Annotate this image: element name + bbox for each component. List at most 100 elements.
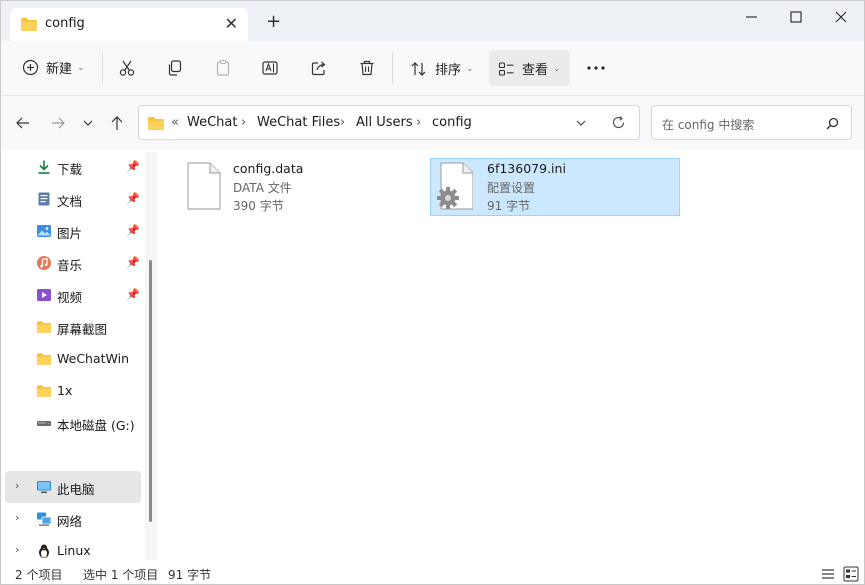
copy-icon (168, 60, 182, 76)
search-icon[interactable] (826, 117, 839, 130)
details-view-icon[interactable] (821, 567, 835, 581)
new-button[interactable]: 新建 ⌄ (22, 58, 85, 77)
view-button[interactable]: 查看 ⌄ (498, 59, 561, 78)
sidebar-item-network[interactable]: › 网络 (1, 503, 146, 535)
sidebar-item-wechatwin[interactable]: WeChatWin (1, 343, 146, 375)
selection-size: 91 字节 (168, 568, 212, 582)
paste-button[interactable] (212, 57, 234, 79)
maximize-icon[interactable] (784, 7, 808, 27)
status-bar: 2 个项目 选中 1 个项目 91 字节 (1, 563, 864, 584)
delete-button[interactable] (356, 57, 378, 79)
share-icon (311, 61, 326, 76)
toolbar-divider (102, 53, 103, 83)
address-history-chevron-icon[interactable] (574, 117, 588, 129)
sidebar-item-this-pc[interactable]: › 此电脑 (1, 471, 146, 503)
navigation-bar: « WeChat › WeChat Files › All Users › co… (1, 96, 864, 150)
folder-icon (36, 353, 52, 365)
sidebar-item-documents[interactable]: 文档 📌 (1, 183, 146, 215)
folder-icon (21, 18, 37, 31)
command-bar: 新建 ⌄ 排序 ⌄ 查看 ⌄ (1, 41, 864, 96)
computer-icon (37, 481, 51, 494)
expand-chevron-icon[interactable]: › (15, 511, 19, 524)
rename-button[interactable] (259, 57, 281, 79)
expand-chevron-icon[interactable]: › (15, 543, 19, 556)
file-name: 6f136079.ini (487, 161, 566, 176)
pin-icon[interactable]: 📌 (126, 288, 140, 301)
breadcrumb-separator-icon[interactable]: › (241, 115, 246, 130)
breadcrumb-separator-icon[interactable]: › (340, 115, 345, 130)
paste-icon (216, 59, 230, 76)
file-item-config-data[interactable]: config.data DATA 文件 390 字节 (177, 158, 427, 216)
breadcrumb-all-users[interactable]: All Users (356, 115, 413, 130)
more-icon (587, 66, 605, 70)
file-explorer-window: config ✕ + 新建 ⌄ 排序 ⌄ 查看 ⌄ « WeChat › WeC… (0, 0, 865, 585)
sidebar-item-pictures[interactable]: 图片 📌 (1, 215, 146, 247)
recent-chevron-icon[interactable] (81, 114, 95, 132)
sidebar-scrollbar[interactable] (145, 152, 157, 560)
breadcrumb-overflow[interactable]: « (171, 115, 179, 130)
scissors-icon (119, 60, 135, 76)
video-icon (37, 289, 51, 301)
sidebar-item-downloads[interactable]: 下载 📌 (1, 151, 146, 183)
network-icon (37, 512, 52, 526)
copy-button[interactable] (164, 57, 186, 79)
pin-icon[interactable]: 📌 (126, 256, 140, 269)
breadcrumb-separator-icon[interactable]: › (416, 115, 421, 130)
up-arrow-icon[interactable] (108, 114, 126, 132)
file-icon (187, 162, 221, 210)
breadcrumb-wechat-files[interactable]: WeChat Files (257, 115, 340, 130)
close-window-icon[interactable] (829, 7, 853, 27)
navigation-pane: 下载 📌 文档 📌 图片 📌 音乐 📌 视频 📌 屏幕截图 WeChatWin … (1, 150, 158, 563)
share-button[interactable] (308, 57, 330, 79)
breadcrumb-config[interactable]: config (432, 115, 472, 130)
file-item-6f136079-ini[interactable]: 6f136079.ini 配置设置 91 字节 (430, 158, 680, 216)
title-bar: config ✕ + (1, 1, 864, 41)
search-box[interactable]: 在 config 中搜索 (651, 105, 852, 140)
selection-count: 选中 1 个项目 (83, 568, 159, 582)
linux-icon (39, 544, 49, 558)
pin-icon[interactable]: 📌 (126, 160, 140, 173)
more-options-button[interactable] (585, 57, 607, 79)
download-icon (38, 160, 50, 174)
refresh-icon[interactable] (611, 115, 626, 130)
view-list-icon (498, 61, 514, 76)
document-icon (38, 192, 50, 206)
sidebar-item-screenshots[interactable]: 屏幕截图 (1, 311, 146, 343)
sidebar-item-1x[interactable]: 1x (1, 375, 146, 407)
sidebar-item-music[interactable]: 音乐 📌 (1, 247, 146, 279)
breadcrumb-wechat[interactable]: WeChat (187, 115, 237, 130)
content-area: 下载 📌 文档 📌 图片 📌 音乐 📌 视频 📌 屏幕截图 WeChatWin … (1, 150, 864, 563)
folder-icon (148, 117, 164, 130)
tab-config[interactable]: config ✕ (10, 8, 248, 41)
cut-button[interactable] (116, 57, 138, 79)
picture-icon (37, 225, 51, 237)
close-tab-icon[interactable]: ✕ (225, 14, 238, 33)
chevron-down-icon: ⌄ (553, 63, 561, 74)
plus-circle-icon (22, 59, 39, 76)
rename-icon (262, 61, 278, 75)
search-input[interactable]: 在 config 中搜索 (662, 116, 754, 133)
item-count: 2 个项目 (15, 568, 63, 582)
sort-button[interactable]: 排序 ⌄ (410, 59, 474, 78)
back-arrow-icon[interactable] (14, 114, 32, 132)
file-type: 配置设置 (487, 181, 536, 195)
scrollbar-thumb[interactable] (149, 260, 152, 522)
file-name: config.data (233, 161, 304, 176)
pin-icon[interactable]: 📌 (126, 224, 140, 237)
sidebar-item-videos[interactable]: 视频 📌 (1, 279, 146, 311)
new-tab-icon[interactable]: + (266, 13, 281, 31)
tiles-view-icon[interactable] (843, 566, 859, 582)
folder-icon (36, 321, 52, 333)
sort-icon (411, 61, 426, 76)
pin-icon[interactable]: 📌 (126, 192, 140, 205)
file-type: DATA 文件 (233, 181, 292, 195)
settings-file-icon (437, 162, 473, 210)
drive-icon (37, 421, 51, 426)
minimize-icon[interactable] (740, 7, 764, 27)
sidebar-item-local-disk-g[interactable]: 本地磁盘 (G:) (1, 407, 146, 439)
file-size: 91 字节 (487, 199, 531, 213)
address-bar[interactable]: « WeChat › WeChat Files › All Users › co… (138, 105, 640, 140)
forward-arrow-icon[interactable] (49, 114, 67, 132)
chevron-down-icon: ⌄ (466, 63, 474, 74)
expand-chevron-icon[interactable]: › (15, 479, 19, 492)
